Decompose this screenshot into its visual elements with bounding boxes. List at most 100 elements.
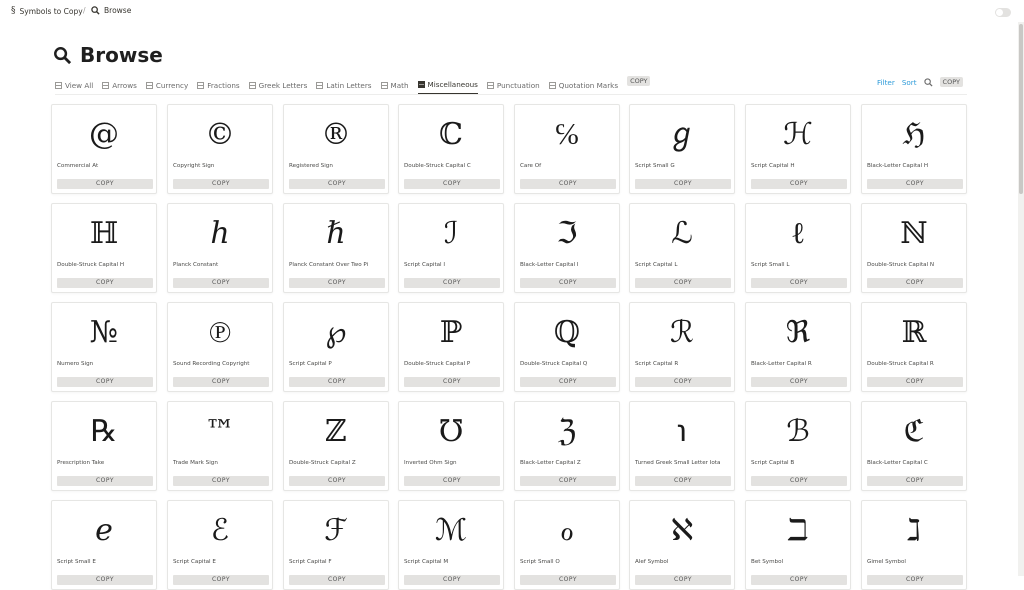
- symbol-card[interactable]: ℛ Script Capital R COPY: [629, 302, 735, 392]
- symbol-card[interactable]: ℱ Script Capital F COPY: [283, 500, 389, 590]
- symbol-card[interactable]: ℨ Black-Letter Capital Z COPY: [514, 401, 620, 491]
- symbol-card[interactable]: ℘ Script Capital P COPY: [283, 302, 389, 392]
- symbol-card[interactable]: ℗ Sound Recording Copyright COPY: [167, 302, 273, 392]
- symbol-card[interactable]: ℂ Double-Struck Capital C COPY: [398, 104, 504, 194]
- symbol-card[interactable]: ℊ Script Small G COPY: [629, 104, 735, 194]
- copy-button[interactable]: COPY: [404, 278, 500, 288]
- symbol-card[interactable]: ℑ Black-Letter Capital I COPY: [514, 203, 620, 293]
- scrollbar-thumb[interactable]: [1019, 24, 1023, 194]
- symbol-card[interactable]: ℌ Black-Letter Capital H COPY: [861, 104, 967, 194]
- copy-button[interactable]: COPY: [867, 278, 963, 288]
- copy-button[interactable]: COPY: [57, 179, 153, 189]
- copy-button[interactable]: COPY: [404, 575, 500, 585]
- symbol-card[interactable]: ℩ Turned Greek Small Letter Iota COPY: [629, 401, 735, 491]
- symbol-card[interactable]: ℙ Double-Struck Capital P COPY: [398, 302, 504, 392]
- filter-button[interactable]: Filter: [877, 78, 895, 87]
- copy-button[interactable]: COPY: [57, 575, 153, 585]
- symbol-card[interactable]: ℜ Black-Letter Capital R COPY: [745, 302, 851, 392]
- copy-button[interactable]: COPY: [867, 575, 963, 585]
- copy-button[interactable]: COPY: [635, 575, 731, 585]
- theme-toggle[interactable]: [995, 8, 1011, 17]
- copy-button[interactable]: COPY: [173, 278, 269, 288]
- tabs-copy-chip[interactable]: COPY: [627, 76, 651, 86]
- copy-button[interactable]: COPY: [867, 476, 963, 486]
- symbol-card[interactable]: ℅ Care Of COPY: [514, 104, 620, 194]
- copy-button[interactable]: COPY: [404, 377, 500, 387]
- tab-currency[interactable]: Currency: [145, 76, 188, 94]
- symbol-card[interactable]: № Numero Sign COPY: [51, 302, 157, 392]
- copy-button[interactable]: COPY: [635, 476, 731, 486]
- symbol-card[interactable]: ℝ Double-Struck Capital R COPY: [861, 302, 967, 392]
- search-icon[interactable]: [923, 77, 933, 87]
- symbol-card[interactable]: ℵ Alef Symbol COPY: [629, 500, 735, 590]
- copy-button[interactable]: COPY: [520, 476, 616, 486]
- symbol-card[interactable]: ℕ Double-Struck Capital N COPY: [861, 203, 967, 293]
- symbol-card[interactable]: ℭ Black-Letter Capital C COPY: [861, 401, 967, 491]
- symbol-card[interactable]: ℞ Prescription Take COPY: [51, 401, 157, 491]
- tab-miscellaneous[interactable]: Miscellaneous: [417, 76, 478, 94]
- toolbar-copy-chip[interactable]: COPY: [939, 77, 963, 87]
- symbol-card[interactable]: ℬ Script Capital B COPY: [745, 401, 851, 491]
- copy-button[interactable]: COPY: [635, 179, 731, 189]
- tab-latin-letters[interactable]: Latin Letters: [316, 76, 372, 94]
- tab-greek-letters[interactable]: Greek Letters: [248, 76, 307, 94]
- symbol-card[interactable]: ℷ Gimel Symbol COPY: [861, 500, 967, 590]
- copy-button[interactable]: COPY: [751, 179, 847, 189]
- copy-button[interactable]: COPY: [57, 476, 153, 486]
- symbol-card[interactable]: ℍ Double-Struck Capital H COPY: [51, 203, 157, 293]
- symbol-card[interactable]: ® Registered Sign COPY: [283, 104, 389, 194]
- symbol-card[interactable]: ℋ Script Capital H COPY: [745, 104, 851, 194]
- copy-button[interactable]: COPY: [520, 377, 616, 387]
- symbol-card[interactable]: ℯ Script Small E COPY: [51, 500, 157, 590]
- copy-button[interactable]: COPY: [289, 575, 385, 585]
- symbol-card[interactable]: ℶ Bet Symbol COPY: [745, 500, 851, 590]
- symbol-card[interactable]: © Copyright Sign COPY: [167, 104, 273, 194]
- copy-button[interactable]: COPY: [173, 377, 269, 387]
- symbol-card[interactable]: @ Commercial At COPY: [51, 104, 157, 194]
- tab-quotation-marks[interactable]: Quotation Marks: [548, 76, 618, 94]
- copy-button[interactable]: COPY: [520, 575, 616, 585]
- tab-fractions[interactable]: Fractions: [197, 76, 240, 94]
- copy-button[interactable]: COPY: [173, 575, 269, 585]
- copy-button[interactable]: COPY: [751, 575, 847, 585]
- symbol-card[interactable]: ℓ Script Small L COPY: [745, 203, 851, 293]
- copy-button[interactable]: COPY: [751, 476, 847, 486]
- symbol-card[interactable]: ℤ Double-Struck Capital Z COPY: [283, 401, 389, 491]
- copy-button[interactable]: COPY: [751, 377, 847, 387]
- symbol-card[interactable]: ℧ Inverted Ohm Sign COPY: [398, 401, 504, 491]
- tab-punctuation[interactable]: Punctuation: [486, 76, 540, 94]
- sort-button[interactable]: Sort: [902, 78, 917, 87]
- breadcrumb-current[interactable]: Browse: [91, 6, 131, 15]
- symbol-card[interactable]: ™ Trade Mark Sign COPY: [167, 401, 273, 491]
- copy-button[interactable]: COPY: [635, 377, 731, 387]
- copy-button[interactable]: COPY: [57, 278, 153, 288]
- symbol-card[interactable]: ℴ Script Small O COPY: [514, 500, 620, 590]
- symbol-card[interactable]: ℎ Planck Constant COPY: [167, 203, 273, 293]
- copy-button[interactable]: COPY: [404, 179, 500, 189]
- breadcrumb-root[interactable]: § Symbols to Copy: [11, 6, 83, 16]
- copy-button[interactable]: COPY: [867, 179, 963, 189]
- symbol-card[interactable]: ℏ Planck Constant Over Two Pi COPY: [283, 203, 389, 293]
- copy-button[interactable]: COPY: [289, 278, 385, 288]
- symbol-card[interactable]: ℚ Double-Struck Capital Q COPY: [514, 302, 620, 392]
- copy-button[interactable]: COPY: [289, 476, 385, 486]
- copy-button[interactable]: COPY: [867, 377, 963, 387]
- copy-button[interactable]: COPY: [404, 476, 500, 486]
- copy-button[interactable]: COPY: [635, 278, 731, 288]
- copy-button[interactable]: COPY: [57, 377, 153, 387]
- copy-button[interactable]: COPY: [289, 179, 385, 189]
- symbol-card[interactable]: ℒ Script Capital L COPY: [629, 203, 735, 293]
- copy-button[interactable]: COPY: [751, 278, 847, 288]
- tab-arrows[interactable]: Arrows: [102, 76, 137, 94]
- tab-view-all[interactable]: View All: [55, 76, 93, 94]
- copy-button[interactable]: COPY: [289, 377, 385, 387]
- symbol-card[interactable]: ℐ Script Capital I COPY: [398, 203, 504, 293]
- tab-math[interactable]: Math: [380, 76, 409, 94]
- copy-button[interactable]: COPY: [173, 179, 269, 189]
- symbol-card[interactable]: ℰ Script Capital E COPY: [167, 500, 273, 590]
- copy-button[interactable]: COPY: [520, 179, 616, 189]
- symbol-card[interactable]: ℳ Script Capital M COPY: [398, 500, 504, 590]
- symbol-glyph: ℌ: [902, 117, 926, 152]
- copy-button[interactable]: COPY: [520, 278, 616, 288]
- copy-button[interactable]: COPY: [173, 476, 269, 486]
